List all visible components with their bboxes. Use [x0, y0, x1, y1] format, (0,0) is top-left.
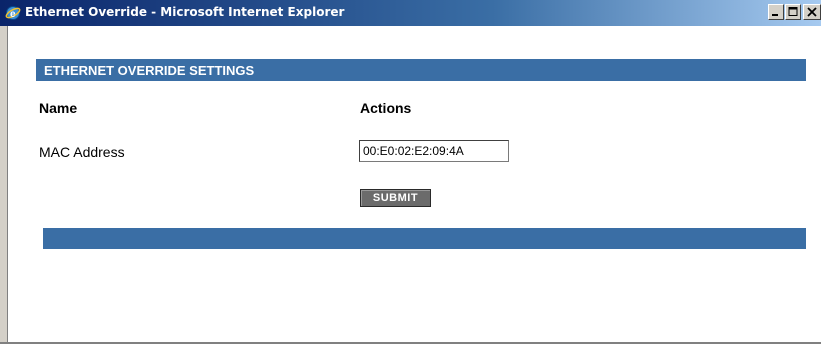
maximize-icon — [788, 7, 798, 16]
section-header-bar: ETHERNET OVERRIDE SETTINGS — [36, 59, 806, 81]
close-icon — [807, 7, 817, 17]
column-header-name: Name — [39, 100, 78, 116]
column-header-actions: Actions — [360, 100, 412, 116]
maximize-button[interactable] — [785, 4, 801, 20]
footer-bar — [43, 228, 806, 249]
mac-address-input[interactable] — [359, 140, 509, 162]
window-title: Ethernet Override - Microsoft Internet E… — [25, 5, 345, 19]
section-title: ETHERNET OVERRIDE SETTINGS — [44, 63, 255, 78]
svg-text:e: e — [10, 9, 16, 20]
ie-icon: e — [5, 5, 21, 21]
minimize-icon — [772, 14, 778, 16]
submit-button[interactable]: SUBMIT — [360, 189, 431, 207]
window-left-border — [0, 26, 8, 344]
minimize-button[interactable] — [768, 4, 784, 20]
mac-address-label: MAC Address — [39, 144, 125, 160]
close-button[interactable] — [803, 4, 821, 20]
window-title-bar[interactable]: e Ethernet Override - Microsoft Internet… — [0, 0, 821, 26]
